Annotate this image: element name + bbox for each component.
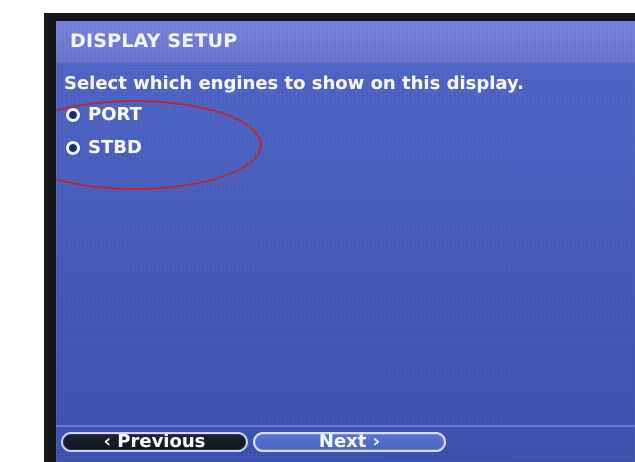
engine-option-port[interactable]: PORT [66, 103, 142, 127]
page: DISPLAY SETUP Select which engines to sh… [0, 0, 635, 462]
next-button-label: Next › [318, 431, 381, 452]
radio-icon [66, 108, 80, 122]
previous-button-label: ‹ Previous [103, 431, 206, 452]
footer-divider [56, 425, 635, 427]
engine-option-stbd[interactable]: STBD [66, 136, 142, 160]
display-screen: DISPLAY SETUP Select which engines to sh… [56, 21, 635, 462]
page-title: DISPLAY SETUP [70, 30, 238, 52]
instruction-text: Select which engines to show on this dis… [64, 73, 524, 94]
next-button[interactable]: Next › [253, 432, 446, 452]
header-bar: DISPLAY SETUP [56, 21, 635, 64]
previous-button[interactable]: ‹ Previous [61, 432, 248, 452]
engine-option-label: PORT [88, 104, 142, 125]
radio-icon [66, 141, 80, 155]
engine-option-label: STBD [88, 137, 142, 158]
